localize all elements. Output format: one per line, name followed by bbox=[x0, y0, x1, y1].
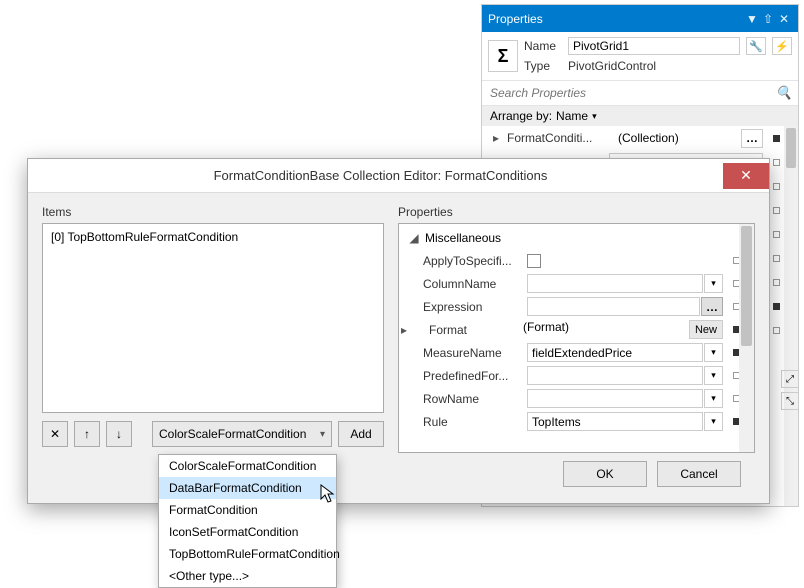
items-label: Items bbox=[42, 205, 384, 219]
properties-object-header: Σ Name 🔧 ⚡ Type PivotGridControl bbox=[482, 32, 798, 81]
ok-button[interactable]: OK bbox=[563, 461, 647, 487]
type-label: Type bbox=[524, 59, 562, 73]
dropdown-button[interactable]: ▾ bbox=[704, 412, 723, 431]
dialog-titlebar[interactable]: FormatConditionBase Collection Editor: F… bbox=[28, 159, 769, 193]
prop-row-columnname[interactable]: ColumnName ▾ bbox=[401, 272, 740, 295]
prop-name: FormatConditi... bbox=[507, 131, 612, 145]
remove-button[interactable]: ✕ bbox=[42, 421, 68, 447]
category-label: Miscellaneous bbox=[425, 231, 501, 245]
value-input[interactable] bbox=[527, 297, 700, 316]
side-tool-icons: ⤢ ⤡ bbox=[781, 370, 799, 410]
property-marker[interactable] bbox=[773, 159, 780, 166]
prop-row-predefined[interactable]: PredefinedFor... ▾ bbox=[401, 364, 740, 387]
prop-row-expression[interactable]: Expression … bbox=[401, 295, 740, 318]
expand-icon[interactable]: ▸ bbox=[399, 323, 409, 337]
dropdown-button[interactable]: ▾ bbox=[704, 274, 723, 293]
name-input[interactable] bbox=[568, 37, 740, 55]
prop-row-rule[interactable]: Rule ▾ bbox=[401, 410, 740, 433]
properties-label: Properties bbox=[398, 205, 755, 219]
property-marker[interactable] bbox=[773, 207, 780, 214]
dialog-property-grid: ◢ Miscellaneous ApplyToSpecifi... Column… bbox=[398, 223, 755, 453]
scrollbar[interactable] bbox=[784, 126, 798, 506]
value-input[interactable] bbox=[527, 274, 703, 293]
dropdown-button[interactable]: ▾ bbox=[704, 366, 723, 385]
scrollbar-thumb[interactable] bbox=[786, 128, 796, 168]
dialog-title: FormatConditionBase Collection Editor: F… bbox=[38, 168, 723, 183]
cancel-button[interactable]: Cancel bbox=[657, 461, 741, 487]
dropdown-option[interactable]: ColorScaleFormatCondition bbox=[159, 455, 336, 477]
value-text: (Format) bbox=[519, 320, 688, 339]
move-up-button[interactable]: ↑ bbox=[74, 421, 100, 447]
events-button[interactable]: ⚡ bbox=[772, 37, 792, 55]
property-marker[interactable] bbox=[773, 231, 780, 238]
property-marker[interactable] bbox=[773, 135, 780, 142]
list-item[interactable]: [0] TopBottomRuleFormatCondition bbox=[47, 228, 379, 246]
property-marker[interactable] bbox=[773, 303, 780, 310]
value-input[interactable] bbox=[527, 389, 703, 408]
properties-title: Properties bbox=[488, 12, 543, 26]
expand-icon[interactable]: ▸ bbox=[491, 131, 501, 145]
dropdown-option[interactable]: FormatCondition bbox=[159, 499, 336, 521]
checkbox[interactable] bbox=[527, 254, 541, 268]
ellipsis-button[interactable]: … bbox=[741, 129, 763, 148]
dropdown-option[interactable]: TopBottomRuleFormatCondition bbox=[159, 543, 336, 565]
new-button[interactable]: New bbox=[689, 320, 723, 339]
name-label: Name bbox=[524, 39, 562, 53]
collapse-all-icon[interactable]: ⤡ bbox=[781, 392, 799, 410]
property-marker[interactable] bbox=[773, 255, 780, 262]
chevron-down-icon: ▾ bbox=[320, 429, 325, 440]
collapse-icon[interactable]: ◢ bbox=[409, 231, 419, 245]
collection-editor-dialog: FormatConditionBase Collection Editor: F… bbox=[27, 158, 770, 504]
pin-icon[interactable]: ⇧ bbox=[760, 12, 776, 26]
type-dropdown-value: ColorScaleFormatCondition bbox=[159, 427, 306, 441]
arrange-row[interactable]: Arrange by: Name ▾ bbox=[482, 106, 798, 126]
wrench-button[interactable]: 🔧 bbox=[746, 37, 766, 55]
dropdown-option[interactable]: DataBarFormatCondition bbox=[159, 477, 336, 499]
close-icon[interactable]: ✕ bbox=[776, 12, 792, 26]
value-input[interactable] bbox=[527, 412, 703, 431]
arrange-label: Arrange by: bbox=[490, 109, 552, 123]
dropdown-option[interactable]: <Other type...> bbox=[159, 565, 336, 587]
ellipsis-button[interactable]: … bbox=[701, 297, 723, 316]
expand-all-icon[interactable]: ⤢ bbox=[781, 370, 799, 388]
prop-row-apply[interactable]: ApplyToSpecifi... bbox=[401, 249, 740, 272]
prop-row-format[interactable]: ▸ Format (Format)New bbox=[401, 318, 740, 341]
search-input[interactable] bbox=[488, 84, 776, 102]
dropdown-icon[interactable]: ▼ bbox=[744, 12, 760, 26]
prop-value: (Collection) bbox=[618, 131, 735, 145]
type-dropdown[interactable]: ColorScaleFormatCondition ▾ bbox=[152, 421, 332, 447]
add-button[interactable]: Add bbox=[338, 421, 384, 447]
search-row: 🔍 bbox=[482, 81, 798, 106]
property-marker[interactable] bbox=[773, 327, 780, 334]
scrollbar[interactable] bbox=[739, 224, 754, 452]
properties-titlebar[interactable]: Properties ▼ ⇧ ✕ bbox=[482, 5, 798, 32]
property-marker[interactable] bbox=[773, 183, 780, 190]
dropdown-button[interactable]: ▾ bbox=[704, 389, 723, 408]
dialog-close-button[interactable]: ✕ bbox=[723, 163, 769, 189]
dropdown-option[interactable]: IconSetFormatCondition bbox=[159, 521, 336, 543]
type-value: PivotGridControl bbox=[568, 59, 792, 73]
items-listbox[interactable]: [0] TopBottomRuleFormatCondition bbox=[42, 223, 384, 413]
prop-row-formatconditions[interactable]: ▸ FormatConditi... (Collection) … bbox=[482, 126, 784, 150]
prop-row-measurename[interactable]: MeasureName ▾ bbox=[401, 341, 740, 364]
move-down-button[interactable]: ↓ bbox=[106, 421, 132, 447]
search-icon[interactable]: 🔍 bbox=[776, 85, 792, 101]
value-input[interactable] bbox=[527, 343, 703, 362]
category-row[interactable]: ◢ Miscellaneous bbox=[401, 226, 740, 249]
arrange-value: Name bbox=[556, 109, 588, 123]
value-input[interactable] bbox=[527, 366, 703, 385]
property-marker[interactable] bbox=[773, 279, 780, 286]
object-icon: Σ bbox=[488, 40, 518, 72]
prop-row-rowname[interactable]: RowName ▾ bbox=[401, 387, 740, 410]
dropdown-button[interactable]: ▾ bbox=[704, 343, 723, 362]
type-dropdown-popup: ColorScaleFormatCondition DataBarFormatC… bbox=[158, 454, 337, 588]
chevron-down-icon: ▾ bbox=[592, 111, 597, 122]
scrollbar-thumb[interactable] bbox=[741, 226, 752, 346]
